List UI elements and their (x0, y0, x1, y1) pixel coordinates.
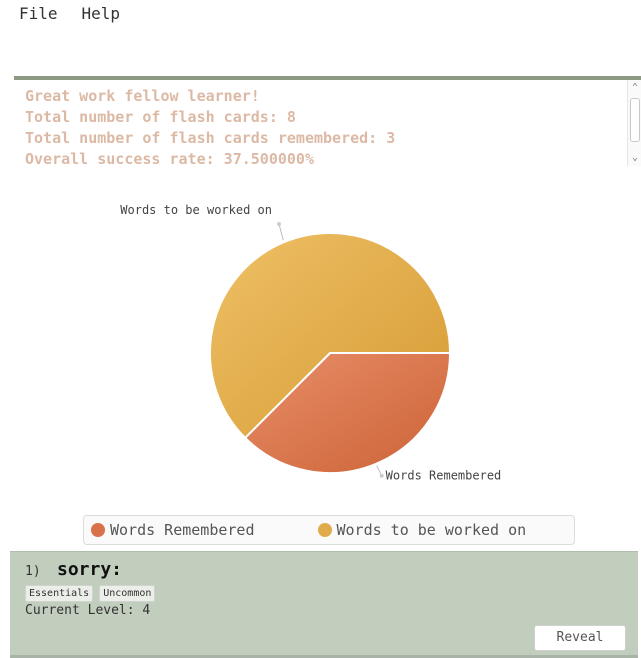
card-level: Current Level: 4 (25, 603, 151, 618)
pie-leader-dot (277, 222, 281, 226)
scroll-down-icon[interactable]: ⌄ (630, 153, 640, 163)
pie-chart-svg: Words Remembered Words to be worked on (120, 203, 502, 483)
summary-success-rate: Overall success rate: 37.500000% (25, 150, 314, 166)
pie-chart: Words Remembered Words to be worked on (0, 180, 641, 510)
legend-item-remembered[interactable]: Words Remembered (84, 521, 255, 539)
menu-bar: File Help (0, 0, 641, 28)
legend-marker-icon (91, 523, 105, 537)
legend-label: Words to be worked on (336, 521, 527, 539)
card-tags: Essentials Uncommon (25, 585, 161, 602)
tag-essentials: Essentials (25, 585, 94, 602)
reveal-button[interactable]: Reveal (534, 625, 626, 651)
legend-marker-icon (317, 523, 332, 537)
legend-label: Words Remembered (110, 521, 255, 539)
menu-file[interactable]: File (0, 0, 58, 28)
results-summary: Great work fellow learner! Total number … (14, 80, 627, 166)
summary-total-cards: Total number of flash cards: 8 (25, 108, 296, 126)
summary-message: Great work fellow learner! (25, 87, 260, 105)
summary-scrollbar[interactable]: ⌃ ⌄ (627, 80, 641, 166)
summary-remembered-cards: Total number of flash cards remembered: … (25, 129, 396, 147)
menu-help[interactable]: Help (58, 0, 121, 28)
tag-uncommon: Uncommon (99, 585, 156, 602)
card-word: sorry: (57, 559, 123, 580)
legend-item-to-work-on[interactable]: Words to be worked on (311, 521, 527, 539)
app-window: File Help Great work fellow learner! Tot… (0, 0, 641, 658)
scroll-up-icon[interactable]: ⌃ (630, 83, 640, 93)
card-number: 1) (25, 564, 41, 579)
pie-label-remembered: Words Remembered (386, 469, 502, 483)
pie-leader-dot (379, 473, 384, 478)
scroll-thumb[interactable] (630, 98, 640, 142)
pie-label-to-work-on: Words to be worked on (120, 203, 272, 217)
flash-card: 1) sorry: Essentials Uncommon Current Le… (10, 551, 638, 656)
chart-legend: Words Remembered Words to be worked on (83, 515, 575, 545)
pie-leader-line (278, 223, 284, 241)
